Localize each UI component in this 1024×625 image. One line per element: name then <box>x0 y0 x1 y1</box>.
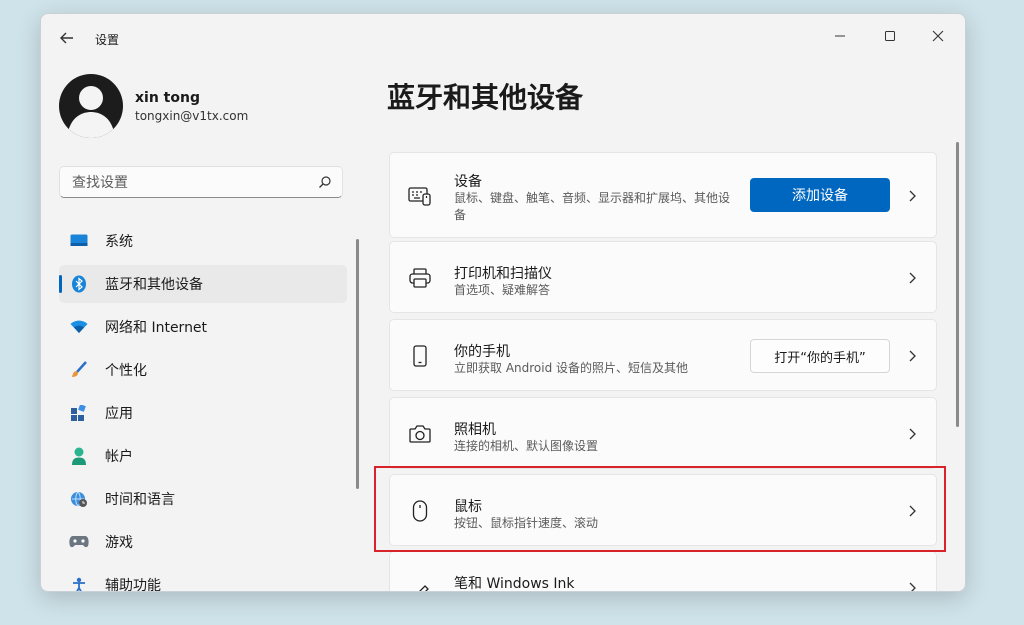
monitor-icon <box>69 232 89 250</box>
card-title: 你的手机 <box>454 344 510 360</box>
brush-icon <box>69 361 89 379</box>
printers-card[interactable]: 打印机和扫描仪 首选项、疑难解答 <box>389 241 937 313</box>
sidebar-nav: 系统 蓝牙和其他设备 网络和 Internet 个性化 应用 帐户 时间和语言 … <box>59 222 347 592</box>
maximize-icon <box>885 31 895 41</box>
sidebar-item-label: 蓝牙和其他设备 <box>105 277 203 293</box>
card-title: 设备 <box>454 174 482 190</box>
highlight-box <box>374 466 946 552</box>
sidebar-item-personalization[interactable]: 个性化 <box>59 351 347 389</box>
title-bar: 设置 <box>41 14 965 62</box>
settings-window: 设置 xin tong tongxin@v1tx.com 查找设置 系统 蓝牙和… <box>40 13 966 592</box>
user-email: tongxin@v1tx.com <box>135 109 249 123</box>
content-scrollbar[interactable] <box>956 142 959 427</box>
accessibility-icon <box>69 576 89 591</box>
chevron-right-icon <box>909 582 916 591</box>
back-arrow-icon <box>60 32 73 44</box>
chevron-right-icon <box>909 428 916 440</box>
user-silhouette-icon <box>67 86 115 138</box>
card-description: 立即获取 Android 设备的照片、短信及其他 <box>454 361 689 375</box>
devices-card[interactable]: 设备 鼠标、键盘、触笔、音频、显示器和扩展坞、其他设备 添加设备 <box>389 152 937 238</box>
sidebar-item-label: 辅助功能 <box>105 578 161 592</box>
your-phone-card[interactable]: 你的手机 立即获取 Android 设备的照片、短信及其他 打开“你的手机” <box>389 319 937 391</box>
sidebar-item-apps[interactable]: 应用 <box>59 394 347 432</box>
card-title: 打印机和扫描仪 <box>454 266 552 282</box>
add-device-button[interactable]: 添加设备 <box>750 178 890 212</box>
sidebar-item-label: 游戏 <box>105 535 133 551</box>
minimize-button[interactable] <box>817 20 863 52</box>
close-icon <box>932 30 944 42</box>
card-description: 首选项、疑难解答 <box>454 283 551 297</box>
sidebar-item-accounts[interactable]: 帐户 <box>59 437 347 475</box>
gamepad-icon <box>69 533 89 551</box>
search-input[interactable] <box>70 172 304 194</box>
sidebar-item-label: 系统 <box>105 234 133 250</box>
globe-clock-icon <box>69 490 89 508</box>
camera-card[interactable]: 照相机 连接的相机、默认图像设置 <box>389 397 937 469</box>
minimize-icon <box>835 35 845 37</box>
active-indicator <box>59 275 62 293</box>
sidebar-item-bluetooth[interactable]: 蓝牙和其他设备 <box>59 265 347 303</box>
devices-icon <box>406 182 434 210</box>
card-title: 笔和 Windows Ink <box>454 576 575 592</box>
user-name: xin tong <box>135 90 200 106</box>
apps-icon <box>69 404 89 422</box>
sidebar-item-network[interactable]: 网络和 Internet <box>59 308 347 346</box>
wifi-icon <box>69 318 89 336</box>
window-title: 设置 <box>95 33 120 47</box>
search-icon[interactable] <box>318 175 332 189</box>
search-box[interactable] <box>59 166 343 198</box>
sidebar-item-label: 时间和语言 <box>105 492 175 508</box>
back-button[interactable] <box>57 28 77 48</box>
pen-icon <box>406 580 434 591</box>
sidebar-item-label: 应用 <box>105 406 133 422</box>
sidebar-item-label: 个性化 <box>105 363 147 379</box>
sidebar-item-system[interactable]: 系统 <box>59 222 347 260</box>
chevron-right-icon <box>909 350 916 362</box>
printer-icon <box>406 264 434 292</box>
pen-windows-ink-card[interactable]: 笔和 Windows Ink <box>389 551 937 592</box>
sidebar-item-label: 网络和 Internet <box>105 320 208 336</box>
avatar[interactable] <box>59 74 123 138</box>
card-description: 鼠标、键盘、触笔、音频、显示器和扩展坞、其他设备 <box>454 191 731 222</box>
maximize-button[interactable] <box>867 20 913 52</box>
page-title: 蓝牙和其他设备 <box>387 81 584 114</box>
camera-icon <box>406 420 434 448</box>
chevron-right-icon <box>909 272 916 284</box>
sidebar-item-time-language[interactable]: 时间和语言 <box>59 480 347 518</box>
close-button[interactable] <box>915 20 961 52</box>
card-title: 照相机 <box>454 422 496 438</box>
sidebar-item-gaming[interactable]: 游戏 <box>59 523 347 561</box>
card-description: 连接的相机、默认图像设置 <box>454 439 599 453</box>
sidebar-item-label: 帐户 <box>105 449 133 465</box>
person-icon <box>69 447 89 465</box>
bluetooth-icon <box>69 275 89 293</box>
phone-icon <box>406 342 434 370</box>
chevron-right-icon <box>909 190 916 202</box>
sidebar-scrollbar[interactable] <box>356 239 359 489</box>
sidebar-item-accessibility[interactable]: 辅助功能 <box>59 566 347 592</box>
open-your-phone-button[interactable]: 打开“你的手机” <box>750 339 890 373</box>
